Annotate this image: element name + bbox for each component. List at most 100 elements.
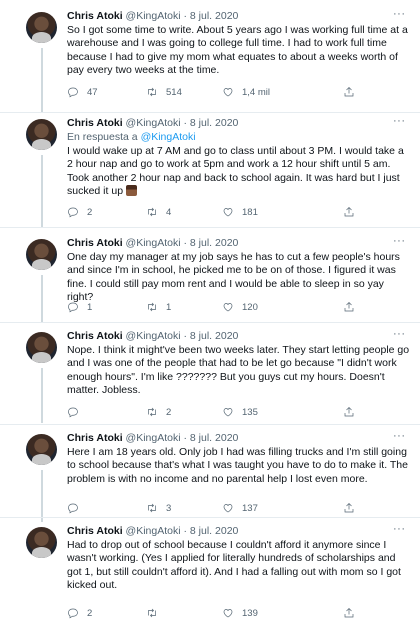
tweet-text-content: I would wake up at 7 AM and go to class … [67, 145, 404, 198]
more-icon[interactable]: ··· [393, 523, 406, 535]
avatar[interactable] [26, 332, 57, 363]
tweet-header: Chris Atoki @KingAtoki · 8 jul. 2020 [67, 525, 238, 538]
share-button[interactable] [343, 607, 355, 619]
like-button[interactable]: 135 [222, 406, 258, 418]
more-icon[interactable]: ··· [393, 430, 406, 442]
tweet[interactable]: Chris Atoki @KingAtoki · 8 jul. 2020 ···… [0, 235, 420, 323]
like-icon [223, 504, 233, 513]
tweet-divider [0, 227, 420, 228]
reply-context-label: En respuesta a [67, 131, 138, 143]
reply-button[interactable] [67, 406, 87, 418]
reply-button[interactable] [67, 502, 87, 514]
like-count: 135 [242, 406, 258, 418]
reply-mention-link[interactable]: @KingAtoki [141, 131, 196, 143]
tweet-date[interactable]: 8 jul. 2020 [190, 10, 238, 22]
retweet-button[interactable] [146, 607, 166, 619]
reply-button[interactable]: 2 [67, 206, 92, 218]
more-icon[interactable]: ··· [393, 235, 406, 247]
retweet-button[interactable]: 514 [146, 86, 182, 98]
separator: · [183, 432, 188, 444]
retweet-icon [148, 503, 156, 513]
avatar[interactable] [26, 239, 57, 270]
avatar[interactable] [26, 12, 57, 43]
tweet-date[interactable]: 8 jul. 2020 [190, 237, 238, 249]
reply-count: 1 [87, 301, 93, 313]
like-button[interactable]: 137 [222, 502, 258, 514]
like-icon [223, 303, 233, 312]
avatar[interactable] [26, 527, 57, 558]
tweet-date[interactable]: 8 jul. 2020 [190, 432, 238, 444]
share-button[interactable] [343, 502, 355, 514]
separator: · [183, 525, 188, 537]
author-handle[interactable]: @KingAtoki [126, 117, 181, 129]
retweet-icon [148, 407, 156, 417]
author-handle[interactable]: @KingAtoki [126, 237, 181, 249]
author-name[interactable]: Chris Atoki [67, 330, 123, 342]
separator: · [183, 330, 188, 342]
like-button[interactable]: 139 [222, 607, 258, 619]
reply-icon [68, 608, 78, 619]
tweet-header: Chris Atoki @KingAtoki · 8 jul. 2020 [67, 432, 238, 445]
author-name[interactable]: Chris Atoki [67, 237, 123, 249]
author-handle[interactable]: @KingAtoki [126, 525, 181, 537]
reply-button[interactable]: 1 [67, 301, 92, 313]
like-button[interactable]: 1,4 mil [222, 86, 270, 98]
avatar[interactable] [26, 119, 57, 150]
reply-icon [68, 503, 78, 514]
retweet-icon [148, 608, 156, 618]
reply-button[interactable]: 2 [67, 607, 92, 619]
more-icon[interactable]: ··· [393, 115, 406, 127]
retweet-button[interactable]: 1 [146, 301, 171, 313]
author-name[interactable]: Chris Atoki [67, 525, 123, 537]
like-count: 1,4 mil [242, 86, 270, 98]
share-button[interactable] [343, 206, 355, 218]
tweet-thread: Chris Atoki @KingAtoki · 8 jul. 2020 ···… [0, 0, 420, 630]
separator: · [183, 117, 188, 129]
like-button[interactable]: 120 [222, 301, 258, 313]
like-icon [223, 609, 233, 618]
tweet-header: Chris Atoki @KingAtoki · 8 jul. 2020 [67, 10, 238, 23]
tweet[interactable]: Chris Atoki @KingAtoki · 8 jul. 2020 ···… [0, 523, 420, 628]
tweet-text: Nope. I think it might've been two weeks… [67, 344, 410, 397]
share-icon [344, 503, 354, 513]
retweet-button[interactable]: 3 [146, 502, 171, 514]
tweet[interactable]: Chris Atoki @KingAtoki · 8 jul. 2020 ···… [0, 8, 420, 112]
like-count: 137 [242, 502, 258, 514]
retweet-count: 1 [166, 301, 172, 313]
retweet-button[interactable]: 4 [146, 206, 171, 218]
thread-line [41, 48, 43, 112]
author-handle[interactable]: @KingAtoki [126, 330, 181, 342]
retweet-button[interactable]: 2 [146, 406, 171, 418]
thread-line [41, 368, 43, 423]
tweet-actions: 2 4 181 [67, 206, 367, 220]
author-name[interactable]: Chris Atoki [67, 117, 123, 129]
author-handle[interactable]: @KingAtoki [126, 432, 181, 444]
share-button[interactable] [343, 86, 355, 98]
more-icon[interactable]: ··· [393, 328, 406, 340]
author-name[interactable]: Chris Atoki [67, 432, 123, 444]
tweet-date[interactable]: 8 jul. 2020 [190, 330, 238, 342]
like-count: 139 [242, 607, 258, 619]
share-icon [344, 207, 354, 217]
reply-context: En respuesta a @KingAtoki [67, 131, 196, 144]
more-icon[interactable]: ··· [393, 8, 406, 20]
like-icon [223, 88, 233, 97]
tweet-text: Had to drop out of school because I coul… [67, 539, 401, 592]
tweet[interactable]: Chris Atoki @KingAtoki · 8 jul. 2020 ···… [0, 328, 420, 423]
like-button[interactable]: 181 [222, 206, 258, 218]
author-name[interactable]: Chris Atoki [67, 10, 123, 22]
tweet-date[interactable]: 8 jul. 2020 [190, 117, 238, 129]
tweet-header: Chris Atoki @KingAtoki · 8 jul. 2020 [67, 237, 238, 250]
share-button[interactable] [343, 301, 355, 313]
reply-button[interactable]: 47 [67, 86, 98, 98]
tweet-actions: 3 137 [67, 502, 367, 516]
author-handle[interactable]: @KingAtoki [126, 10, 181, 22]
tweet[interactable]: Chris Atoki @KingAtoki · 8 jul. 2020 ···… [0, 115, 420, 227]
tweet[interactable]: Chris Atoki @KingAtoki · 8 jul. 2020 ···… [0, 430, 420, 522]
tweet-date[interactable]: 8 jul. 2020 [190, 525, 238, 537]
thread-line [41, 275, 43, 323]
avatar[interactable] [26, 434, 57, 465]
tweet-text: One day my manager at my job says he has… [67, 251, 400, 304]
retweet-count: 514 [166, 86, 182, 98]
share-button[interactable] [343, 406, 355, 418]
